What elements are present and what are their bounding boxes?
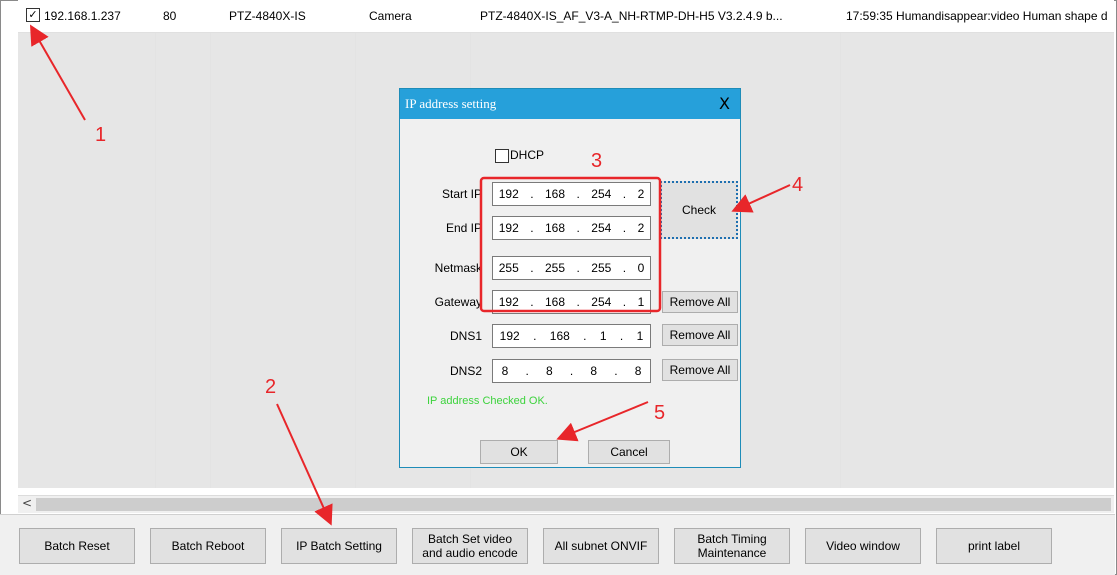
annotation-arrow-5	[556, 401, 649, 442]
annotation-box-3	[479, 176, 662, 313]
annotation-label-3: 3	[591, 150, 603, 172]
annotation-arrow-2	[276, 403, 333, 526]
annotation-arrow-1	[30, 24, 86, 121]
annotation-label-1: 1	[95, 124, 107, 146]
annotation-overlay	[30, 24, 791, 526]
annotation-label-5: 5	[654, 402, 666, 424]
annotation-label-4: 4	[792, 174, 804, 196]
annotation-label-2: 2	[265, 376, 277, 398]
annotation-arrow-4	[731, 184, 791, 213]
